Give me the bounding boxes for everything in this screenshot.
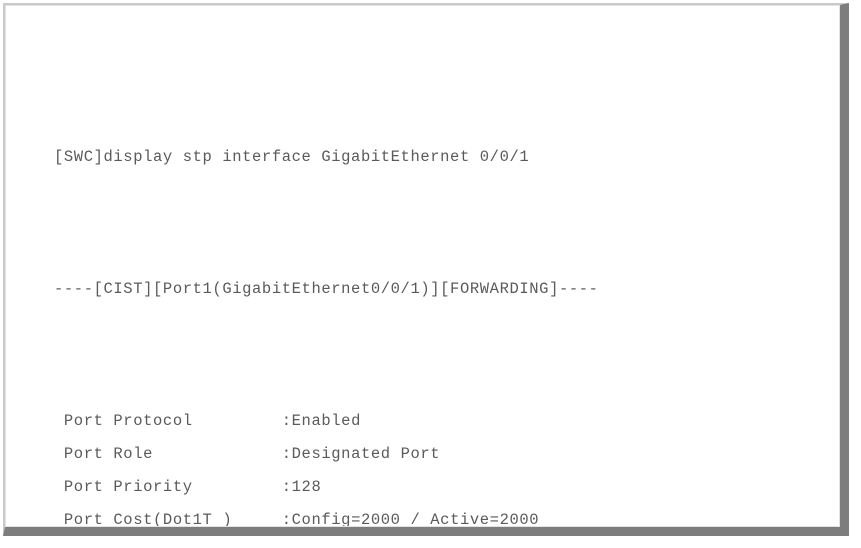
terminal-window: [SWC]display stp interface GigabitEthern… bbox=[5, 5, 840, 527]
stp-field-value: Enabled bbox=[291, 412, 361, 430]
stp-field-row: Port Cost(Dot1T ) :Config=2000 / Active=… bbox=[54, 504, 833, 527]
stp-field-list: Port Protocol :Enabled Port Role :Design… bbox=[54, 405, 833, 527]
command-prompt-line: [SWC]display stp interface GigabitEthern… bbox=[54, 148, 530, 166]
stp-field-separator: : bbox=[281, 511, 292, 527]
stp-field-separator: : bbox=[281, 478, 292, 496]
stp-field-label: Port Cost(Dot1T ) bbox=[54, 511, 282, 527]
stp-field-row: Port Protocol :Enabled bbox=[54, 405, 833, 438]
stp-field-row: Port Role :Designated Port bbox=[54, 438, 833, 471]
stp-field-separator: : bbox=[281, 445, 292, 463]
stp-field-label: Port Priority bbox=[54, 478, 282, 496]
stp-field-label: Port Role bbox=[54, 445, 282, 463]
console-output[interactable]: [SWC]display stp interface GigabitEthern… bbox=[54, 42, 833, 526]
cist-port-state-banner: ----[CIST][Port1(GigabitEthernet0/0/1)][… bbox=[54, 280, 599, 298]
stp-field-value: Designated Port bbox=[291, 445, 441, 463]
stp-field-row: Port Priority :128 bbox=[54, 471, 833, 504]
stp-field-value: 128 bbox=[291, 478, 322, 496]
stp-field-value: Config=2000 / Active=2000 bbox=[291, 511, 540, 527]
terminal-window-frame: [SWC]display stp interface GigabitEthern… bbox=[3, 3, 849, 536]
stp-field-separator: : bbox=[281, 412, 292, 430]
stp-field-label: Port Protocol bbox=[54, 412, 282, 430]
